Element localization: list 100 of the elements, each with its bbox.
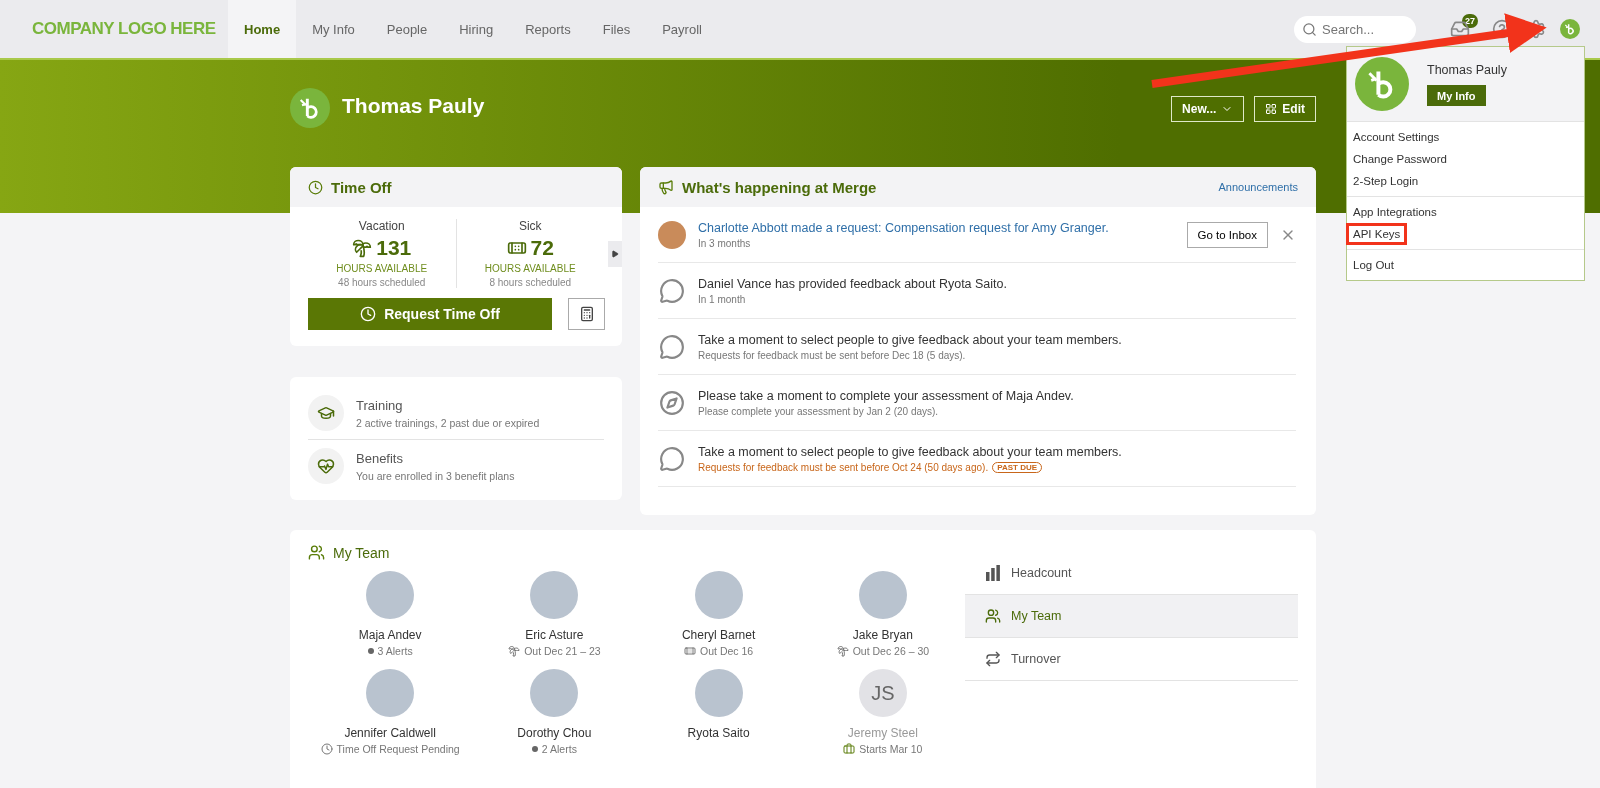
balance-label: Sick xyxy=(518,219,542,233)
edit-button[interactable]: Edit xyxy=(1254,96,1316,122)
nav-tab[interactable]: My Info xyxy=(296,0,371,58)
profile-name: Thomas Pauly xyxy=(342,94,485,118)
member-status: Starts Mar 10 xyxy=(859,743,923,755)
hours-caption: HOURS AVAILABLE xyxy=(336,263,428,274)
palm-tree-icon xyxy=(836,645,849,657)
announcements-link[interactable]: Announcements xyxy=(1218,181,1298,193)
status-dot xyxy=(531,746,538,752)
repeat-icon xyxy=(985,651,1001,667)
next-arrow-button[interactable] xyxy=(608,240,622,267)
menu-item[interactable]: 2-Step Login xyxy=(1347,170,1584,192)
nav-tab[interactable]: Files xyxy=(586,0,647,58)
hours-value: 131 xyxy=(376,236,412,260)
member-name[interactable]: Eric Asture xyxy=(525,628,584,642)
member-name[interactable]: Jake Bryan xyxy=(852,628,913,642)
feed-message: Daniel Vance has provided feedback about Ryota Saito. xyxy=(698,276,1008,291)
compass-icon xyxy=(658,388,686,417)
request-time-off-button[interactable]: Request Time Off xyxy=(308,298,552,330)
nav-tab[interactable]: Reports xyxy=(509,0,587,58)
member-name[interactable]: Dorothy Chou xyxy=(517,726,592,740)
card-title: What's happening at Merge xyxy=(682,178,877,196)
play-icon xyxy=(611,249,619,258)
feed-message: Take a moment to select people to give feedback about your team members. xyxy=(698,332,1123,347)
avatar-placeholder[interactable] xyxy=(366,571,415,619)
feed-detail: Please complete your assessment by Jan 2 (20 days). xyxy=(698,405,939,417)
team-view-item[interactable]: Turnover xyxy=(965,638,1298,681)
logo-icon xyxy=(1355,57,1409,111)
summary-detail: You are enrolled in 3 benefit plans xyxy=(356,469,515,482)
megaphone-icon xyxy=(658,179,674,195)
avatar-placeholder[interactable] xyxy=(366,669,415,717)
new-menu-button[interactable]: New... xyxy=(1171,96,1245,122)
menu-item[interactable]: Change Password xyxy=(1347,148,1584,170)
summary-title[interactable]: Benefits xyxy=(356,450,515,466)
summary-title[interactable]: Training xyxy=(356,397,540,413)
feed-detail: Requests for feedback must be sent before Dec 18 (5 days). xyxy=(698,349,966,361)
summary-detail: 2 active trainings, 2 past due or expired xyxy=(356,416,540,429)
clock-icon xyxy=(308,179,323,195)
member-status: 3 Alerts xyxy=(377,645,413,657)
member-name[interactable]: Jennifer Caldwell xyxy=(344,726,436,740)
feedback-bubble-icon xyxy=(658,276,686,305)
scheduled-hours: 8 hours scheduled xyxy=(489,277,572,288)
avatar-placeholder[interactable] xyxy=(694,669,743,717)
clock-icon xyxy=(320,743,333,755)
initials-avatar[interactable]: JS xyxy=(858,669,907,717)
people-icon xyxy=(308,544,325,561)
member-name[interactable]: Cheryl Barnet xyxy=(681,628,756,642)
scheduled-hours: 48 hours scheduled xyxy=(338,277,426,288)
feed-detail: In 3 months xyxy=(698,237,751,249)
search-field[interactable]: Search... xyxy=(1294,15,1416,43)
avatar-placeholder xyxy=(658,220,686,249)
go-to-inbox-button[interactable]: Go to Inbox xyxy=(1186,221,1268,248)
search-icon xyxy=(1302,21,1317,37)
people-icon xyxy=(985,608,1001,624)
notification-badge: 27 xyxy=(1462,14,1478,28)
nav-tab[interactable]: Hiring xyxy=(443,0,510,58)
nav-tab[interactable]: Payroll xyxy=(646,0,718,58)
user-avatar-button[interactable] xyxy=(1560,19,1580,39)
member-status: Out Dec 16 xyxy=(700,645,754,657)
feed-message: Please take a moment to complete your assessment of Maja Andev. xyxy=(698,388,1075,403)
hours-value: 72 xyxy=(530,236,554,260)
request-link[interactable]: Charlotte Abbott made a request: Compensation request for Amy Granger. xyxy=(698,220,1175,235)
avatar-placeholder[interactable] xyxy=(858,571,907,619)
briefcase-icon xyxy=(843,743,856,755)
logo-icon xyxy=(1560,19,1580,39)
avatar-placeholder[interactable] xyxy=(530,571,579,619)
my-info-button[interactable]: My Info xyxy=(1427,85,1486,106)
nav-tab[interactable]: Home xyxy=(228,0,297,58)
palm-tree-icon xyxy=(352,238,373,258)
avatar-placeholder[interactable] xyxy=(694,571,743,619)
calculator-icon xyxy=(578,306,595,322)
menu-item[interactable]: Account Settings xyxy=(1347,126,1584,148)
feed-detail: Requests for feedback must be sent before Oct 24 (50 days ago). xyxy=(698,461,989,473)
member-status: Time Off Request Pending xyxy=(336,743,460,755)
card-title: My Team xyxy=(333,544,390,561)
team-view-item[interactable]: My Team xyxy=(965,595,1298,638)
calculator-button[interactable] xyxy=(568,298,605,330)
member-status: Out Dec 21 – 23 xyxy=(524,645,601,657)
nav-tab[interactable]: People xyxy=(370,0,444,58)
card-title: Time Off xyxy=(331,178,392,196)
clock-icon xyxy=(360,306,377,322)
member-name[interactable]: Maja Andev xyxy=(358,628,422,642)
bandage-icon xyxy=(684,645,697,657)
hours-caption: HOURS AVAILABLE xyxy=(484,263,576,274)
feedback-bubble-icon xyxy=(658,332,686,361)
logo-icon xyxy=(290,88,330,128)
palm-tree-icon xyxy=(508,645,521,657)
company-logo-text: COMPANY LOGO HERE xyxy=(32,19,216,39)
member-name[interactable]: Ryota Saito xyxy=(687,726,750,740)
grid-icon xyxy=(1265,103,1278,115)
heart-pulse-icon xyxy=(317,457,335,475)
feed-detail: In 1 month xyxy=(698,293,746,305)
menu-item[interactable]: API Keys xyxy=(1347,223,1584,245)
member-status: Out Dec 26 – 30 xyxy=(852,645,930,657)
menu-item[interactable]: Log Out xyxy=(1347,254,1584,276)
menu-item[interactable]: App Integrations xyxy=(1347,201,1584,223)
status-dot xyxy=(367,648,374,654)
avatar-placeholder[interactable] xyxy=(530,669,579,717)
feed-message: Take a moment to select people to give feedback about your team members. xyxy=(698,444,1123,459)
feedback-bubble-icon xyxy=(658,444,686,473)
